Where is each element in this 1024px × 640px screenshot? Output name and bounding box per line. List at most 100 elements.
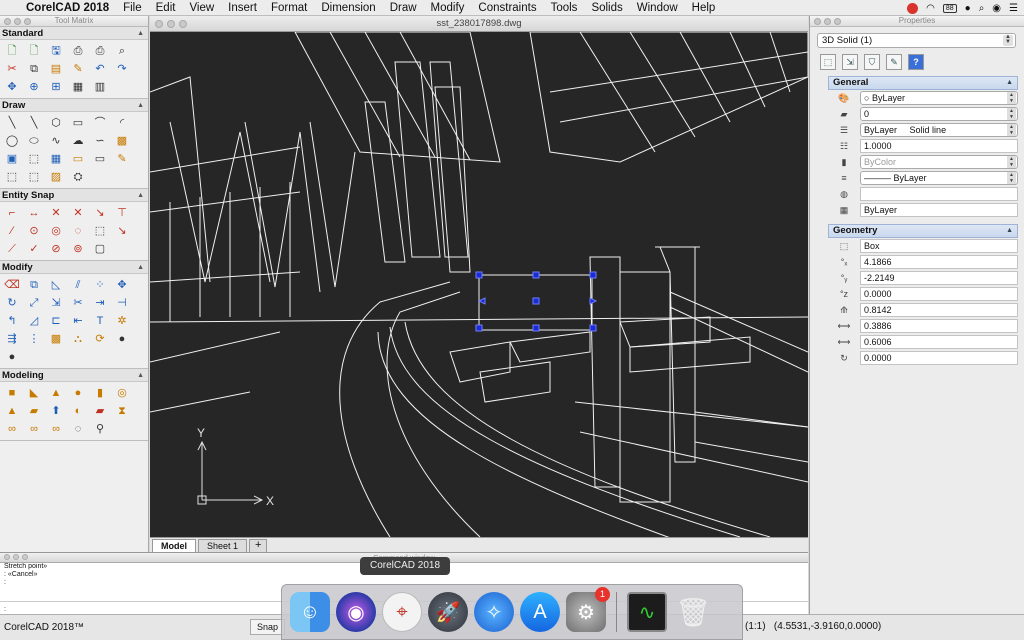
linetype-select[interactable]: ByLayer Solid line ▲ ▼ xyxy=(860,123,1018,137)
trash-icon[interactable]: 🗑 xyxy=(673,592,713,632)
extend-icon[interactable]: ⇥ xyxy=(92,295,108,311)
linetype-scale-field[interactable]: 1.0000 xyxy=(860,139,1018,153)
battery-icon[interactable]: 88 xyxy=(942,3,957,13)
infinite-line-icon[interactable]: ╲ xyxy=(26,115,42,131)
minimize-button[interactable] xyxy=(167,20,175,28)
snap-from-icon[interactable]: ⊘ xyxy=(48,241,64,257)
new-template-icon[interactable]: 🗋 xyxy=(26,43,42,59)
section-header-modify[interactable]: Modify ▲ xyxy=(0,261,148,274)
fillet-icon[interactable]: ↰ xyxy=(4,313,20,329)
close-button[interactable] xyxy=(4,18,11,25)
offset-icon[interactable]: ⫽ xyxy=(70,277,86,293)
add-sheet-button[interactable]: + xyxy=(249,539,268,552)
block-icon[interactable]: ▣ xyxy=(4,151,20,167)
pos-z-field[interactable]: 0.0000 xyxy=(860,287,1018,301)
drawing-canvas[interactable]: Y X xyxy=(150,32,808,537)
help-icon[interactable]: ? xyxy=(908,54,924,70)
pos-x-field[interactable]: 4.1866 xyxy=(860,255,1018,269)
user-icon[interactable]: ● xyxy=(965,3,971,14)
snap-apparent-icon[interactable]: ✕ xyxy=(70,205,86,221)
zoom-button[interactable] xyxy=(24,18,31,25)
notification-icon[interactable] xyxy=(907,2,919,14)
save-icon[interactable]: 🖫 xyxy=(48,43,64,59)
revolve-icon[interactable]: ◐ xyxy=(70,403,86,419)
break-icon[interactable]: ⊣ xyxy=(114,295,130,311)
menu-help[interactable]: Help xyxy=(692,2,716,14)
section-header-modeling[interactable]: Modeling ▲ xyxy=(0,369,148,382)
snap-none-icon[interactable]: ⊚ xyxy=(70,241,86,257)
publish-icon[interactable]: ⎙ xyxy=(92,43,108,59)
menu-view[interactable]: View xyxy=(189,2,214,14)
snap-center-icon[interactable]: ⊙ xyxy=(26,223,42,239)
snap-extension-icon[interactable]: ↘ xyxy=(92,205,108,221)
copy-entity-icon[interactable]: ⧉ xyxy=(26,277,42,293)
redo-icon[interactable]: ↷ xyxy=(114,61,130,77)
pattern-icon[interactable]: ⁘ xyxy=(92,277,108,293)
planar-surface-icon[interactable]: ▰ xyxy=(26,403,42,419)
transparency-field[interactable]: ByLayer xyxy=(860,203,1018,217)
arc-icon[interactable]: ◜ xyxy=(114,115,130,131)
slice-icon[interactable]: ◌ xyxy=(70,421,86,437)
scale-icon[interactable]: ⤢ xyxy=(26,295,42,311)
move-icon[interactable]: ✥ xyxy=(114,277,130,293)
print-icon[interactable]: ⎙ xyxy=(70,43,86,59)
revision-cloud-icon[interactable]: ☁ xyxy=(70,133,86,149)
chamfer-icon[interactable]: ◿ xyxy=(26,313,42,329)
zoom-icon[interactable]: ⊕ xyxy=(26,79,42,95)
finder-icon[interactable]: ☺ xyxy=(290,592,330,632)
menu-edit[interactable]: Edit xyxy=(156,2,176,14)
menu-constraints[interactable]: Constraints xyxy=(478,2,536,14)
region-icon[interactable]: ⬚ xyxy=(4,169,20,185)
plot-style-select[interactable]: ByColor ▲ ▼ xyxy=(860,155,1018,169)
tab-sheet-1[interactable]: Sheet 1 xyxy=(198,539,248,552)
height-field[interactable]: 0.6006 xyxy=(860,335,1018,349)
sketch-icon[interactable]: ∽ xyxy=(92,133,108,149)
xref-icon[interactable]: ⛭ xyxy=(70,169,86,185)
layer-select[interactable]: 0 ▲ ▼ xyxy=(860,107,1018,121)
zoom-button[interactable] xyxy=(22,554,28,560)
print-preview-icon[interactable]: ⌕ xyxy=(114,43,130,59)
subtract-icon[interactable]: ∞ xyxy=(26,421,42,437)
app-store-icon[interactable]: A xyxy=(520,592,560,632)
search-icon[interactable]: ⌕ xyxy=(979,3,985,14)
text-icon[interactable]: ▭ xyxy=(92,151,108,167)
siri-icon[interactable]: ◉ xyxy=(992,3,1001,14)
snap-tangent-icon[interactable]: ◌ xyxy=(70,223,86,239)
zoom-window-icon[interactable]: ⊞ xyxy=(48,79,64,95)
spline-icon[interactable]: ∿ xyxy=(48,133,64,149)
explode-3d-icon[interactable]: ● xyxy=(4,349,20,365)
menu-list-icon[interactable]: ☰ xyxy=(1009,3,1018,14)
image-icon[interactable]: ▨ xyxy=(48,169,64,185)
properties-icon[interactable]: ▦ xyxy=(70,79,86,95)
polyline-icon[interactable]: ⌒ xyxy=(92,115,108,131)
align-icon[interactable]: ⇶ xyxy=(4,331,20,347)
layers-icon[interactable]: ▥ xyxy=(92,79,108,95)
object-type-select[interactable]: 3D Solid (1) ▲ ▼ xyxy=(817,33,1016,48)
app-menu[interactable]: CorelCAD 2018 xyxy=(26,2,109,14)
rotation-field[interactable]: 0.0000 xyxy=(860,351,1018,365)
snap-quadrant-icon[interactable]: ◎ xyxy=(48,223,64,239)
snap-perpendicular-icon[interactable]: ⊤ xyxy=(114,205,130,221)
activity-monitor-icon[interactable]: ∿ xyxy=(627,592,667,632)
menu-draw[interactable]: Draw xyxy=(390,2,417,14)
zoom-button[interactable] xyxy=(834,18,841,25)
ellipse-icon[interactable]: ⬭ xyxy=(26,133,42,149)
circle-icon[interactable]: ◯ xyxy=(4,133,20,149)
wifi-icon[interactable]: ◠ xyxy=(926,3,935,14)
safari-icon[interactable]: ✧ xyxy=(474,592,514,632)
copy-icon[interactable]: ⧉ xyxy=(26,61,42,77)
close-button[interactable] xyxy=(814,18,821,25)
close-button[interactable] xyxy=(4,554,10,560)
system-preferences-icon[interactable]: ⚙ 1 xyxy=(566,587,610,632)
zoom-button[interactable] xyxy=(179,20,187,28)
corelcad-icon[interactable]: ⌖ xyxy=(382,592,422,632)
menu-window[interactable]: Window xyxy=(637,2,678,14)
siri-icon[interactable]: ◉ xyxy=(336,592,376,632)
interference-icon[interactable]: ⚲ xyxy=(92,421,108,437)
color-select[interactable]: ○ ByLayer ▲ ▼ xyxy=(860,91,1018,105)
box-icon[interactable]: ■ xyxy=(4,385,20,401)
quick-select-icon[interactable]: ⇲ xyxy=(842,54,858,70)
loft-icon[interactable]: ⧗ xyxy=(114,403,130,419)
mirror-icon[interactable]: ◺ xyxy=(48,277,64,293)
minimize-button[interactable] xyxy=(14,18,21,25)
